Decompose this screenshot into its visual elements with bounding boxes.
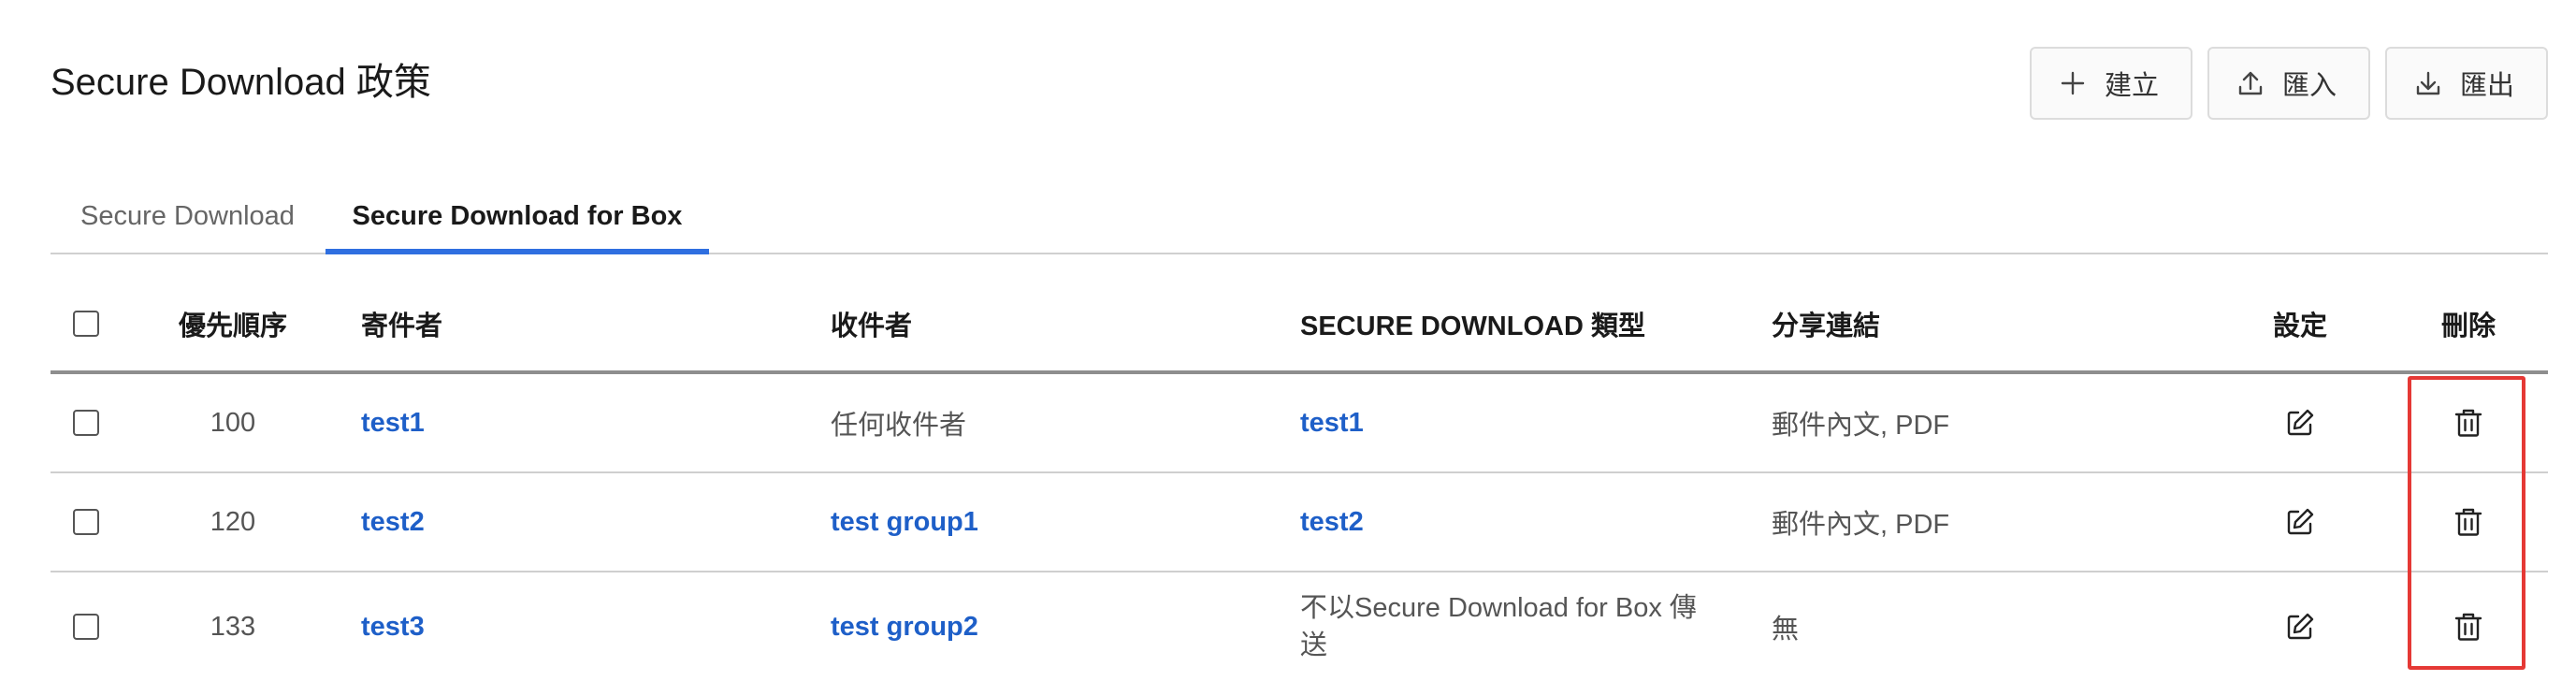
row-sender-cell: test3 bbox=[361, 572, 425, 681]
sender-link[interactable]: test3 bbox=[361, 612, 425, 643]
row-checkbox-cell bbox=[73, 473, 110, 571]
table-row: 120 test2 test group1 test2 郵件內文, PDF bbox=[51, 473, 2548, 572]
trash-icon bbox=[2454, 508, 2482, 536]
create-button-label: 建立 bbox=[2105, 71, 2160, 101]
recipient-link[interactable]: test group1 bbox=[831, 507, 978, 538]
row-type-text: 不以Secure Download for Box 傳送 bbox=[1300, 593, 1697, 660]
row-share-link: 郵件內文, PDF bbox=[1772, 510, 1950, 540]
header-sender[interactable]: 寄件者 bbox=[361, 277, 442, 370]
row-checkbox[interactable] bbox=[73, 614, 99, 640]
row-checkbox-cell bbox=[73, 572, 110, 681]
create-button[interactable]: 建立 bbox=[2030, 47, 2192, 120]
edit-button[interactable] bbox=[2278, 604, 2323, 649]
delete-button[interactable] bbox=[2446, 400, 2491, 445]
row-settings-cell bbox=[2239, 374, 2361, 471]
tab-secure-download[interactable]: Secure Download bbox=[80, 183, 295, 253]
header-priority[interactable]: 優先順序 bbox=[172, 277, 294, 370]
upload-icon bbox=[2238, 71, 2263, 95]
row-checkbox-cell bbox=[73, 374, 110, 471]
row-recipient-cell: test group1 bbox=[831, 473, 978, 571]
header-checkbox-cell bbox=[73, 277, 110, 370]
edit-button[interactable] bbox=[2278, 400, 2323, 445]
header-settings: 設定 bbox=[2272, 312, 2327, 341]
row-settings-cell bbox=[2239, 473, 2361, 571]
delete-button[interactable] bbox=[2446, 500, 2491, 544]
edit-icon bbox=[2287, 409, 2314, 436]
row-checkbox[interactable] bbox=[73, 509, 99, 535]
row-priority: 120 bbox=[210, 506, 256, 537]
download-icon bbox=[2416, 71, 2440, 95]
row-sender-cell: test2 bbox=[361, 473, 425, 571]
type-link[interactable]: test1 bbox=[1300, 408, 1364, 439]
export-button-label: 匯出 bbox=[2460, 71, 2515, 101]
delete-button[interactable] bbox=[2446, 604, 2491, 649]
row-delete-cell bbox=[2408, 473, 2529, 571]
row-priority: 133 bbox=[210, 611, 256, 642]
tab-secure-download-for-box[interactable]: Secure Download for Box bbox=[326, 183, 709, 254]
table-header: 優先順序 寄件者 收件者 SECURE DOWNLOAD 類型 分享連結 設定 … bbox=[51, 277, 2548, 374]
header-delete: 刪除 bbox=[2440, 312, 2496, 341]
table-row: 133 test3 test group2 不以Secure Download … bbox=[51, 572, 2548, 681]
edit-icon bbox=[2287, 613, 2314, 640]
row-type-cell: test2 bbox=[1300, 473, 1364, 571]
recipient-link[interactable]: test group2 bbox=[831, 612, 978, 643]
header-share-link[interactable]: 分享連結 bbox=[1772, 277, 1880, 370]
tab-bar: Secure Download Secure Download for Box bbox=[51, 183, 2548, 254]
table-row: 100 test1 任何收件者 test1 郵件內文, PDF bbox=[51, 374, 2548, 473]
sender-link[interactable]: test2 bbox=[361, 507, 425, 538]
type-link[interactable]: test2 bbox=[1300, 507, 1364, 538]
row-priority: 100 bbox=[210, 407, 256, 438]
row-settings-cell bbox=[2239, 572, 2361, 681]
row-share-link: 無 bbox=[1772, 615, 1800, 645]
toolbar: 建立 匯入 匯出 bbox=[2030, 47, 2548, 120]
page-title: Secure Download 政策 bbox=[51, 62, 431, 103]
row-delete-cell bbox=[2408, 572, 2529, 681]
sender-link[interactable]: test1 bbox=[361, 408, 425, 439]
row-type-cell: 不以Secure Download for Box 傳送 bbox=[1300, 572, 1721, 681]
row-type-cell: test1 bbox=[1300, 374, 1364, 471]
trash-icon bbox=[2454, 613, 2482, 641]
row-recipient-cell: test group2 bbox=[831, 572, 978, 681]
edit-icon bbox=[2287, 508, 2314, 535]
edit-button[interactable] bbox=[2278, 500, 2323, 544]
select-all-checkbox[interactable] bbox=[73, 311, 99, 337]
row-share-link: 郵件內文, PDF bbox=[1772, 411, 1950, 441]
row-delete-cell bbox=[2408, 374, 2529, 471]
row-checkbox[interactable] bbox=[73, 410, 99, 436]
plus-icon bbox=[2061, 71, 2085, 95]
export-button[interactable]: 匯出 bbox=[2385, 47, 2548, 120]
row-sender-cell: test1 bbox=[361, 374, 425, 471]
header-type[interactable]: SECURE DOWNLOAD 類型 bbox=[1300, 277, 1645, 370]
import-button[interactable]: 匯入 bbox=[2207, 47, 2370, 120]
import-button-label: 匯入 bbox=[2282, 71, 2337, 101]
row-recipient: 任何收件者 bbox=[831, 411, 967, 441]
trash-icon bbox=[2454, 409, 2482, 437]
header-recipient[interactable]: 收件者 bbox=[831, 277, 912, 370]
policy-table: 優先順序 寄件者 收件者 SECURE DOWNLOAD 類型 分享連結 設定 … bbox=[51, 277, 2548, 681]
